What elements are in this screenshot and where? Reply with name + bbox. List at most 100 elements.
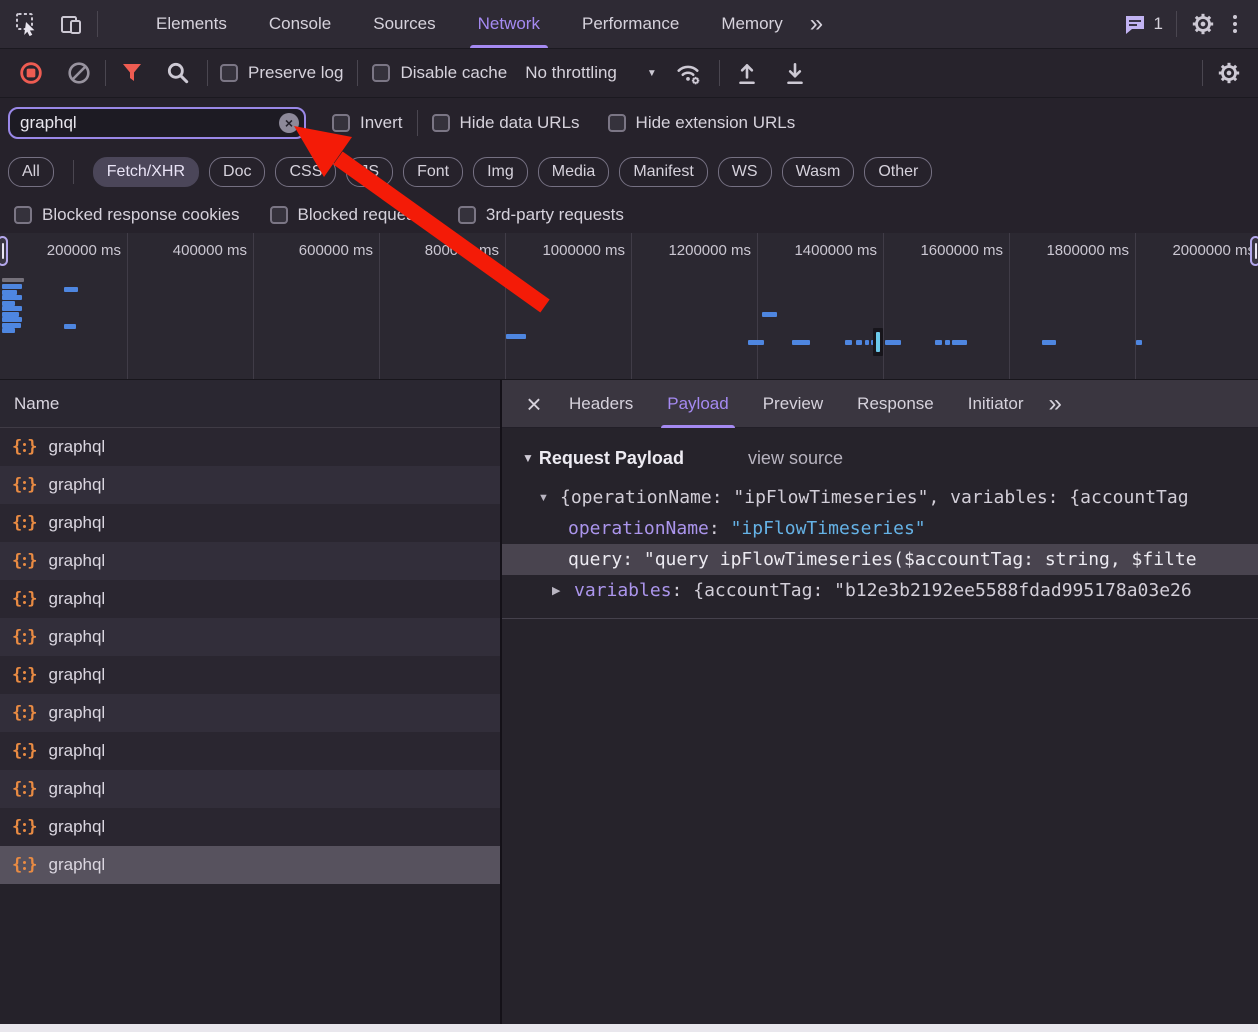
panel-tab-elements[interactable]: Elements xyxy=(156,0,227,48)
triangle-down-icon[interactable]: ▼ xyxy=(538,492,560,504)
detail-tab-initiator[interactable]: Initiator xyxy=(968,380,1024,428)
dots xyxy=(23,632,27,642)
invert-checkbox[interactable] xyxy=(332,114,350,132)
payload-section-title: Request Payload xyxy=(538,447,684,468)
request-row[interactable]: {} graphql xyxy=(0,580,500,618)
brace-right: } xyxy=(27,512,38,533)
waterfall-bar xyxy=(64,324,76,329)
brace-right: } xyxy=(27,816,38,837)
network-settings-button[interactable] xyxy=(1212,56,1246,90)
dot xyxy=(23,632,27,636)
type-filter-css[interactable]: CSS xyxy=(275,157,337,187)
inspect-element-button[interactable] xyxy=(10,7,44,41)
type-filter-other[interactable]: Other xyxy=(864,157,933,187)
request-row[interactable]: {} graphql xyxy=(0,808,500,846)
panel-tab-network[interactable]: Network xyxy=(469,0,549,48)
request-row[interactable]: {} graphql xyxy=(0,504,500,542)
detail-more-tabs-button[interactable]: » xyxy=(1048,391,1061,416)
disable-cache-checkbox[interactable] xyxy=(372,64,391,82)
brace-right: } xyxy=(27,588,38,609)
payload-row-variables[interactable]: ▶ variables: {accountTag: "b12e3b2192ee5… xyxy=(502,575,1258,606)
hide-data-urls-toggle[interactable]: Hide data URLs xyxy=(431,113,580,133)
blocked-cookies-checkbox[interactable] xyxy=(14,205,32,224)
request-row[interactable]: {} graphql xyxy=(0,770,500,808)
dot xyxy=(23,442,27,446)
export-har-button[interactable] xyxy=(778,56,812,90)
preserve-log-checkbox[interactable] xyxy=(220,64,238,82)
payload-panel: ▼ Request Payload view source ▼ {operati… xyxy=(502,428,1258,619)
type-filter-ws[interactable]: WS xyxy=(717,157,772,187)
detail-tab-payload[interactable]: Payload xyxy=(661,380,736,428)
request-row[interactable]: {} graphql xyxy=(0,732,500,770)
type-filter-manifest[interactable]: Manifest xyxy=(619,157,708,187)
throttling-select[interactable]: No throttling ▼ xyxy=(525,63,657,83)
waterfall-bar xyxy=(2,306,22,311)
triangle-right-icon[interactable]: ▶ xyxy=(552,584,574,597)
disable-cache-toggle[interactable]: Disable cache xyxy=(372,63,507,83)
fetch-xhr-icon: {} xyxy=(12,666,38,684)
payload-row-query[interactable]: query: "query ipFlowTimeseries($accountT… xyxy=(502,544,1258,575)
record-network-log-button[interactable] xyxy=(14,56,48,90)
type-filter-media[interactable]: Media xyxy=(537,157,610,187)
divider xyxy=(72,160,74,184)
name-column-header[interactable]: Name xyxy=(0,380,500,428)
hide-extension-urls-checkbox[interactable] xyxy=(607,114,626,132)
console-messages-button[interactable] xyxy=(1118,7,1152,41)
device-toolbar-button[interactable] xyxy=(54,7,88,41)
type-filter-fetch-xhr[interactable]: Fetch/XHR xyxy=(92,157,200,187)
type-filter-js[interactable]: JS xyxy=(346,157,394,187)
request-name: graphql xyxy=(48,551,106,570)
waterfall-bar xyxy=(2,284,22,289)
request-row[interactable]: {} graphql xyxy=(0,656,500,694)
blocked-cookies-toggle[interactable]: Blocked response cookies xyxy=(14,205,240,225)
dot xyxy=(23,448,27,452)
request-row[interactable]: {} graphql xyxy=(0,542,500,580)
blocked-requests-checkbox[interactable] xyxy=(269,205,288,224)
network-conditions-button[interactable] xyxy=(671,56,705,90)
preserve-log-toggle[interactable]: Preserve log xyxy=(220,63,343,83)
settings-button[interactable] xyxy=(1186,7,1220,41)
gear-icon xyxy=(1218,62,1240,84)
request-row[interactable]: {} graphql xyxy=(0,694,500,732)
request-row[interactable]: {} graphql xyxy=(0,428,500,466)
blocked-requests-toggle[interactable]: Blocked requests xyxy=(269,205,428,225)
network-overview-timeline[interactable]: 200000 ms 400000 ms 600000 ms 800000 ms 1000… xyxy=(0,233,1258,380)
brace-right: } xyxy=(27,854,38,875)
request-payload-section-header[interactable]: ▼ Request Payload view source xyxy=(502,440,1258,476)
more-panels-button[interactable]: » xyxy=(810,12,823,36)
type-filter-font[interactable]: Font xyxy=(403,157,464,187)
import-har-button[interactable] xyxy=(730,56,764,90)
type-filter-doc[interactable]: Doc xyxy=(209,157,266,187)
type-filter-img[interactable]: Img xyxy=(473,157,528,187)
detail-tab-response[interactable]: Response xyxy=(857,380,934,428)
filter-toggle-button[interactable] xyxy=(115,56,149,90)
panel-tab-sources[interactable]: Sources xyxy=(373,0,435,48)
view-source-link[interactable]: view source xyxy=(748,448,843,469)
request-row[interactable]: {} graphql xyxy=(0,466,500,504)
detail-tab-preview[interactable]: Preview xyxy=(763,380,823,428)
type-filter-all[interactable]: All xyxy=(8,157,54,187)
payload-row-operation-name[interactable]: operationName: "ipFlowTimeseries" xyxy=(502,513,1258,544)
filter-input[interactable] xyxy=(8,107,306,139)
request-row[interactable]: {} graphql xyxy=(0,618,500,656)
hide-extension-urls-toggle[interactable]: Hide extension URLs xyxy=(607,113,795,133)
kebab-menu-button[interactable] xyxy=(1220,15,1250,33)
payload-root-line[interactable]: ▼ {operationName: "ipFlowTimeseries", va… xyxy=(502,482,1258,513)
invert-filter-toggle[interactable]: Invert xyxy=(332,113,403,133)
panel-tab-console[interactable]: Console xyxy=(269,0,331,48)
dots xyxy=(23,594,27,604)
search-button[interactable] xyxy=(161,56,195,90)
request-row[interactable]: {} graphql xyxy=(0,846,500,884)
type-filter-wasm[interactable]: Wasm xyxy=(781,157,855,187)
filter-clear-button[interactable]: × xyxy=(279,113,299,133)
detail-tab-headers[interactable]: Headers xyxy=(569,380,633,428)
panel-tab-memory[interactable]: Memory xyxy=(721,0,782,48)
third-party-checkbox[interactable] xyxy=(457,205,476,224)
clear-network-log-button[interactable] xyxy=(62,56,96,90)
hide-data-urls-checkbox[interactable] xyxy=(431,114,450,132)
overview-right-handle[interactable] xyxy=(1250,236,1258,266)
overview-left-handle[interactable] xyxy=(0,236,8,266)
panel-tab-performance[interactable]: Performance xyxy=(582,0,679,48)
third-party-toggle[interactable]: 3rd-party requests xyxy=(457,205,624,225)
close-detail-button[interactable]: × xyxy=(516,391,552,417)
